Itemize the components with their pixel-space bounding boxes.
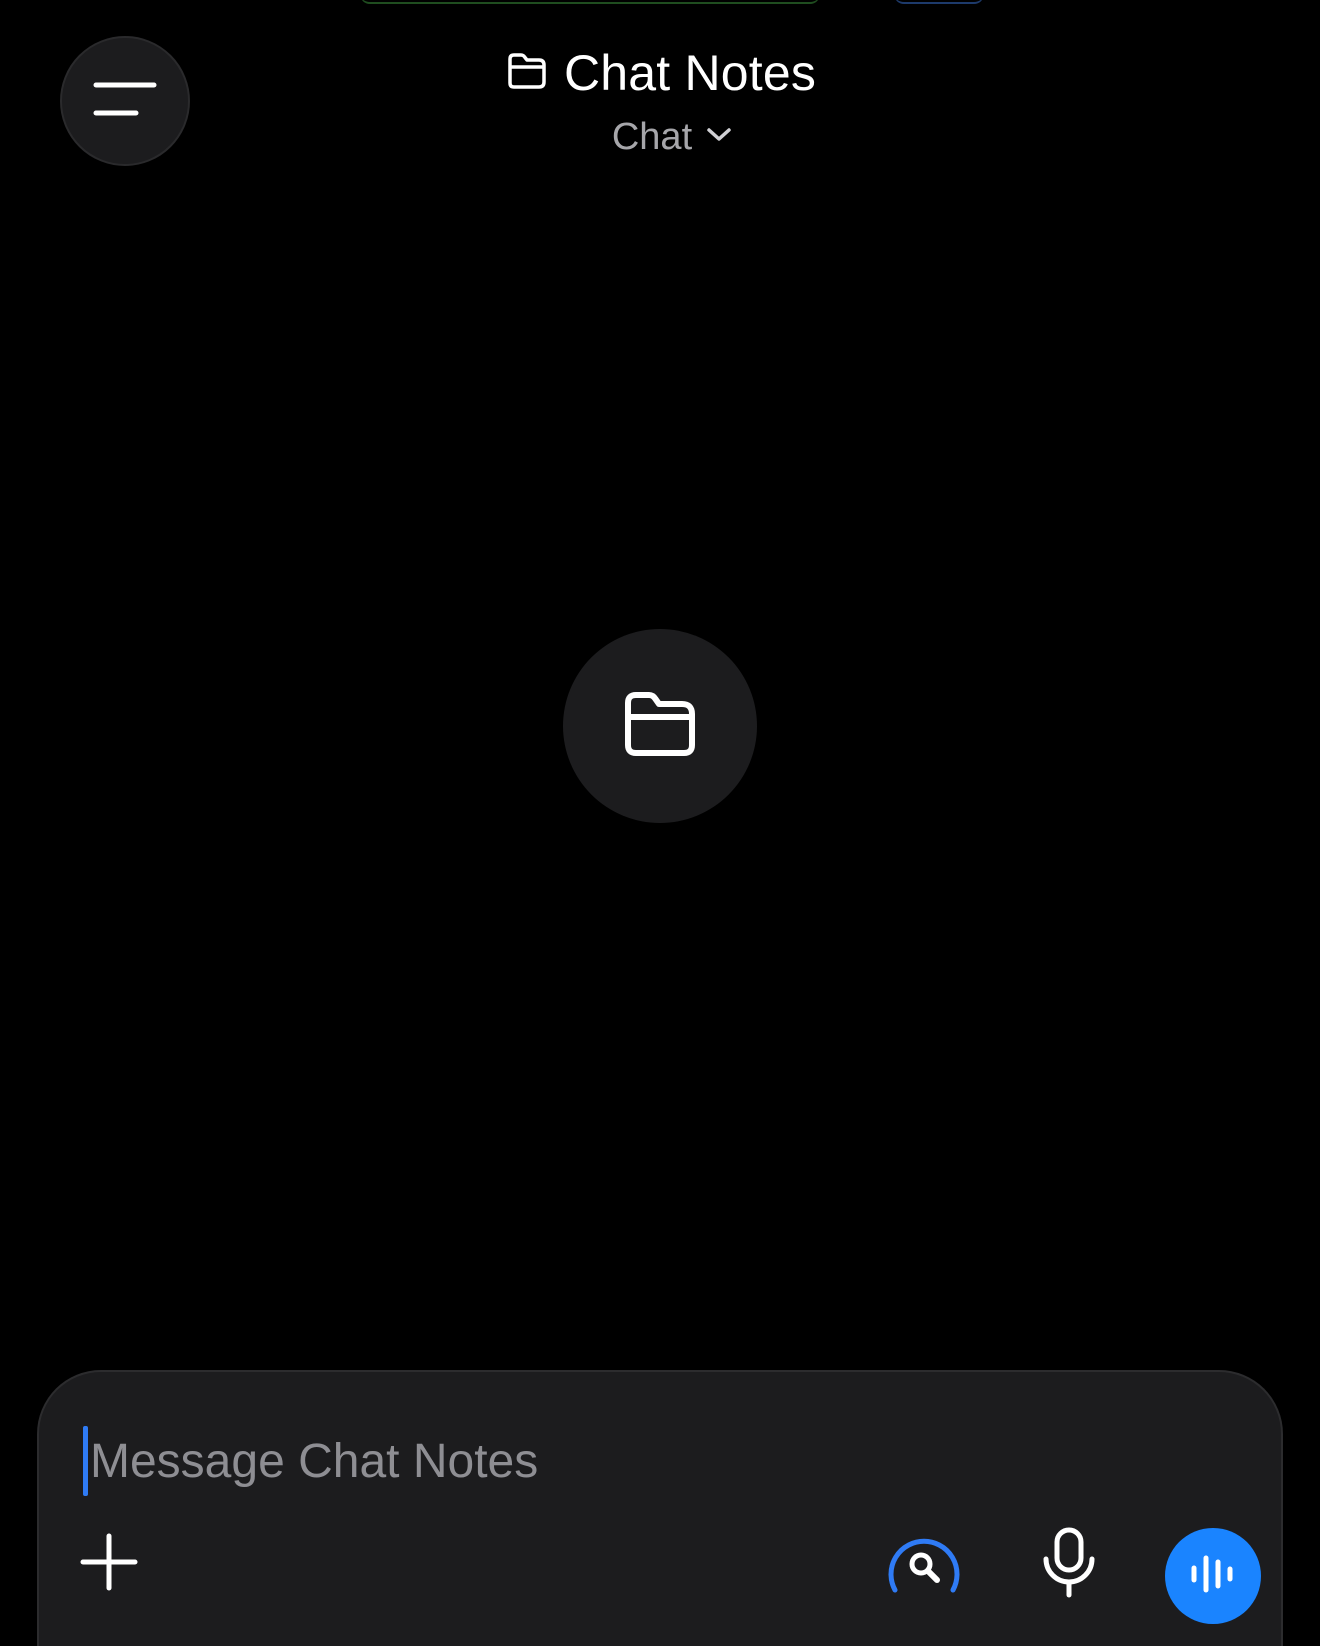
chevron-down-icon <box>706 126 732 149</box>
plus-icon <box>79 1532 139 1597</box>
message-composer: Message Chat Notes <box>37 1370 1283 1646</box>
folder-icon <box>622 689 698 764</box>
folder-icon <box>504 51 548 96</box>
dictation-button[interactable] <box>1029 1520 1109 1610</box>
microphone-icon <box>1039 1527 1099 1604</box>
project-folder-badge <box>563 629 757 823</box>
add-attachment-button[interactable] <box>69 1524 149 1604</box>
page-title: Chat Notes <box>563 45 817 101</box>
voice-mode-button[interactable] <box>1165 1528 1261 1624</box>
status-indicator-green <box>360 0 820 4</box>
status-indicator-blue <box>894 0 984 4</box>
mode-selector[interactable]: Chat <box>0 116 1320 159</box>
search-button[interactable] <box>882 1524 966 1608</box>
voice-waveform-icon <box>1188 1552 1238 1601</box>
message-input[interactable]: Message Chat Notes <box>83 1424 1183 1498</box>
app-screen: Chat Notes Chat Message Chat Notes <box>0 0 1320 1646</box>
mode-label: Chat <box>611 116 693 158</box>
message-placeholder: Message Chat Notes <box>90 1434 539 1488</box>
text-caret <box>83 1426 88 1496</box>
search-icon <box>885 1528 963 1605</box>
header-title[interactable]: Chat Notes <box>0 44 1320 102</box>
